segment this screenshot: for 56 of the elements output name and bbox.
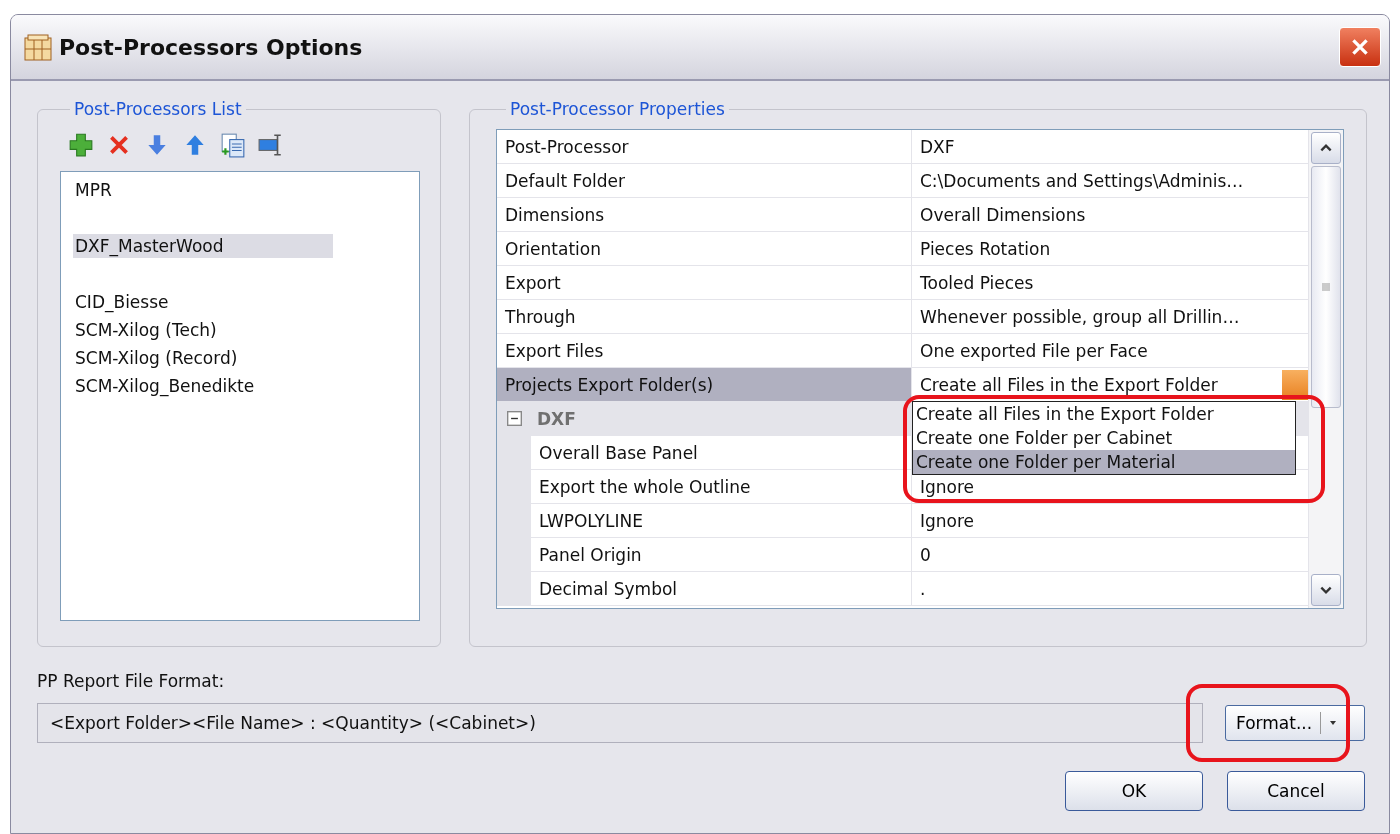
list-item[interactable]: SCM-Xilog (Record) [73, 346, 333, 370]
property-name[interactable]: Overall Base Panel [531, 436, 912, 469]
property-name[interactable]: Export Files [497, 334, 912, 367]
input-field[interactable]: <Export Folder><File Name> : <Quantity> (<Cabinet>) [37, 703, 1203, 743]
caret-icon [1329, 719, 1338, 727]
cancel-button[interactable]: Cancel [1227, 771, 1365, 811]
property-value[interactable]: One exported File per Face [920, 340, 1148, 361]
property-name[interactable]: Post-Processor [497, 130, 912, 163]
dropdown-option[interactable]: Create all Files in the Export Folder [913, 402, 1295, 426]
property-value[interactable]: . [920, 578, 926, 599]
ok-button[interactable]: OK [1065, 771, 1203, 811]
group-title: Post-Processor Properties [509, 99, 726, 119]
property-value[interactable]: C:\Documents and Settings\Adminis… [920, 170, 1244, 191]
window-title: Post-Processors Options [59, 34, 364, 60]
format-button[interactable]: Format... [1225, 705, 1365, 741]
group-title: Post-Processors List [73, 99, 243, 119]
rename-field-icon[interactable] [258, 132, 284, 158]
property-value[interactable]: 0 [920, 544, 931, 565]
copy-document-icon[interactable] [220, 132, 246, 158]
list-item[interactable]: MPR [73, 178, 333, 202]
property-value[interactable]: Overall Dimensions [920, 204, 1086, 225]
scrollbar[interactable] [1308, 130, 1343, 608]
close-icon [1349, 36, 1371, 58]
property-name[interactable]: Projects Export Folder(s) [497, 368, 912, 401]
list-item[interactable]: SCM-Xilog_Benedikte [73, 374, 333, 398]
property-value[interactable]: Whenever possible, group all Drillin… [920, 306, 1240, 327]
list-item[interactable]: CID_Biesse [73, 290, 333, 314]
cabinet-icon [23, 32, 53, 62]
property-name[interactable]: Dimensions [497, 198, 912, 231]
scroll-down-button[interactable] [1311, 574, 1341, 606]
property-name[interactable]: Panel Origin [531, 538, 912, 571]
property-name[interactable]: LWPOLYLINE [531, 504, 912, 537]
property-value[interactable]: Ignore [920, 510, 975, 531]
property-name[interactable]: Export the whole Outline [531, 470, 912, 503]
category-name[interactable]: DXF [531, 402, 576, 435]
property-value[interactable]: Tooled Pieces [920, 272, 1034, 293]
property-value[interactable]: Ignore [920, 476, 975, 497]
dropdown-option[interactable]: Create one Folder per Cabinet [913, 426, 1295, 450]
property-value[interactable]: Create all Files in the Export Folder [920, 374, 1218, 395]
dropdown-option[interactable]: Create one Folder per Material [913, 450, 1295, 474]
property-value[interactable]: Pieces Rotation [920, 238, 1051, 259]
scroll-thumb[interactable] [1311, 166, 1341, 408]
list-item[interactable]: SCM-Xilog (Tech) [73, 318, 333, 342]
scroll-up-button[interactable] [1311, 132, 1341, 164]
minus-box-icon[interactable] [506, 411, 522, 426]
close-button[interactable] [1339, 27, 1381, 67]
property-name[interactable]: Export [497, 266, 912, 299]
field-label: PP Report File Format: [37, 671, 226, 693]
property-value[interactable]: DXF [920, 136, 955, 157]
property-name[interactable]: Default Folder [497, 164, 912, 197]
property-name[interactable]: Decimal Symbol [531, 572, 912, 605]
plus-icon[interactable] [68, 132, 94, 158]
list-item[interactable]: DXF_MasterWood [73, 234, 333, 258]
property-name[interactable]: Orientation [497, 232, 912, 265]
grip-lines-icon [1321, 282, 1331, 292]
property-name[interactable]: Through [497, 300, 912, 333]
